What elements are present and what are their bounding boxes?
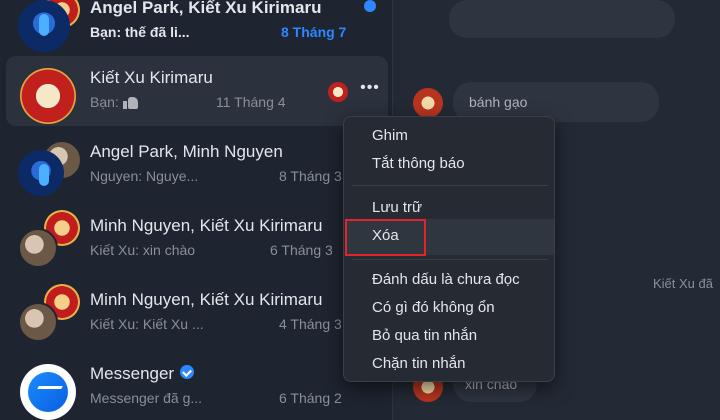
conversation-item[interactable]: Messenger Messenger đã g... 6 Tháng 2: [6, 352, 388, 420]
conversation-time: 6 Tháng 3: [270, 242, 333, 258]
delete-highlight-box: [345, 219, 426, 256]
conversation-item[interactable]: Angel Park, Minh Nguyen Nguyen: Nguye...…: [6, 130, 388, 200]
group-avatar: [18, 210, 80, 272]
unread-dot-icon: [364, 0, 376, 12]
conversation-item[interactable]: Minh Nguyen, Kiết Xu Kirimaru Kiết Xu: K…: [6, 278, 388, 348]
menu-item-ignore[interactable]: Bỏ qua tin nhắn: [372, 327, 477, 344]
menu-item-report[interactable]: Có gì đó không ổn: [372, 299, 495, 316]
messenger-avatar: [18, 362, 76, 420]
conversation-name: Kiết Xu Kirimaru: [90, 68, 213, 87]
verified-badge-icon: [180, 365, 195, 379]
menu-divider: [352, 259, 548, 260]
group-avatar: [18, 0, 80, 54]
menu-item-pin[interactable]: Ghim: [372, 127, 408, 144]
conversation-name: Minh Nguyen, Kiết Xu Kirimaru: [90, 290, 323, 309]
conversation-time: 8 Tháng 3: [279, 168, 342, 184]
conversation-name: Angel Park, Minh Nguyen: [90, 142, 283, 161]
message-text: bánh gạo: [469, 94, 528, 110]
conversation-time: 11 Tháng 4: [216, 94, 286, 110]
conversation-item[interactable]: Angel Park, Kiết Xu Kirimaru Bạn: thế đã…: [6, 0, 388, 56]
avatar: [18, 0, 70, 52]
conversation-time: 8 Tháng 7: [281, 24, 347, 40]
seen-label: Kiết Xu đã: [653, 276, 713, 291]
conversation-name: Minh Nguyen, Kiết Xu Kirimaru: [90, 216, 323, 235]
avatar: [413, 88, 443, 118]
menu-item-mark-unread[interactable]: Đánh dấu là chưa đọc: [372, 271, 520, 288]
conversation-time: 4 Tháng 3: [279, 316, 342, 332]
menu-divider: [352, 185, 548, 186]
conversation-list: Angel Park, Kiết Xu Kirimaru Bạn: thế đã…: [0, 0, 390, 420]
conversation-time: 6 Tháng 2: [279, 390, 342, 406]
conversation-preview: Kiết Xu: Kiết Xu ...: [90, 316, 204, 332]
conversation-preview: Messenger đã g...: [90, 390, 203, 406]
menu-item-block[interactable]: Chặn tin nhắn: [372, 355, 465, 372]
conversation-preview: Bạn:: [90, 94, 139, 110]
conversation-item[interactable]: Minh Nguyen, Kiết Xu Kirimaru Kiết Xu: x…: [6, 204, 388, 274]
avatar: [18, 150, 64, 196]
conversation-item[interactable]: Kiết Xu Kirimaru Bạn: 11 Tháng 4 •••: [6, 56, 388, 126]
read-receipt-avatar: [328, 82, 348, 102]
conversation-preview: Nguyen: Nguye...: [90, 168, 199, 184]
more-options-button[interactable]: •••: [356, 80, 384, 102]
conversation-name: Angel Park, Kiết Xu Kirimaru: [90, 0, 322, 17]
conversation-preview: Kiết Xu: xin chào: [90, 242, 196, 258]
group-avatar: [18, 140, 82, 198]
avatar: [18, 66, 76, 124]
group-avatar: [18, 284, 80, 346]
avatar: [18, 302, 58, 342]
menu-item-archive[interactable]: Lưu trữ: [372, 199, 422, 216]
avatar: [18, 228, 58, 268]
menu-item-mute[interactable]: Tắt thông báo: [372, 155, 465, 172]
message-bubble: [449, 0, 675, 38]
like-icon: [122, 95, 139, 109]
conversation-preview: Bạn: thế đã li...: [90, 24, 190, 40]
conversation-name: Messenger: [90, 364, 195, 384]
